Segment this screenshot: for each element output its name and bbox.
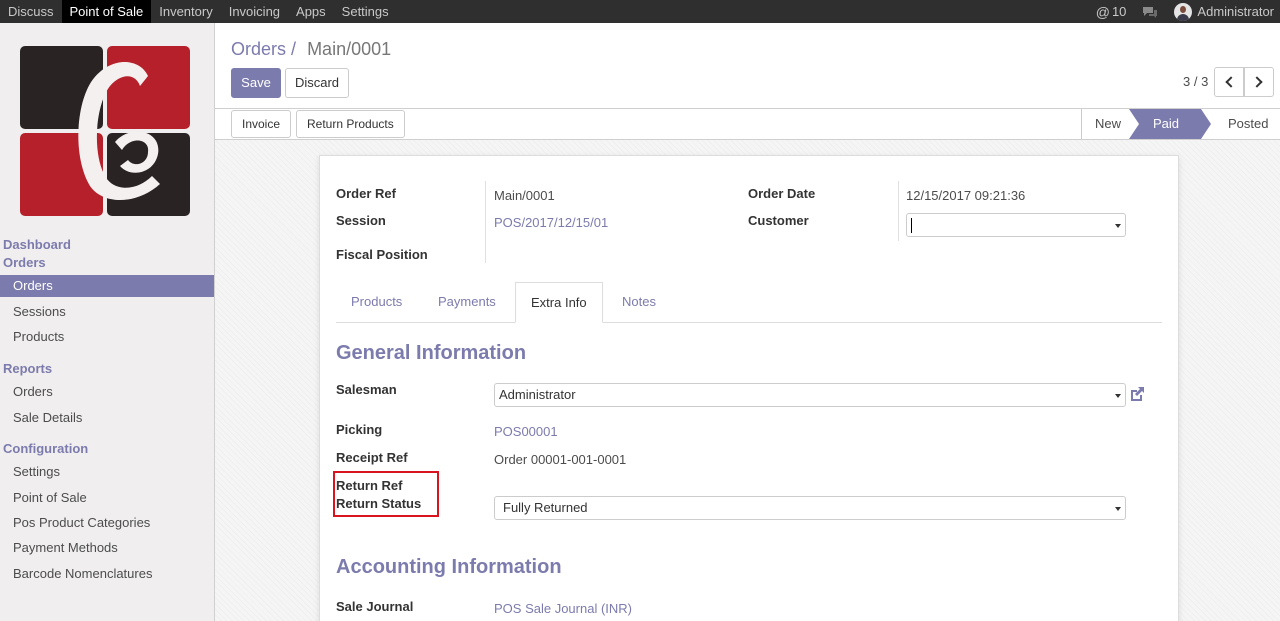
chevron-right-icon xyxy=(1251,76,1263,88)
control-panel: Orders / Main/0001 Save Discard 3 / 3 xyxy=(215,23,1280,109)
breadcrumb-orders[interactable]: Orders xyxy=(231,39,286,59)
order-ref-value: Main/0001 xyxy=(494,188,555,203)
pager-next-button[interactable] xyxy=(1244,67,1274,97)
accounting-information-title: Accounting Information xyxy=(336,556,562,578)
sidebar-item-products[interactable]: Products xyxy=(0,326,214,348)
receipt-ref-label: Receipt Ref xyxy=(336,450,408,465)
mentions-count: 10 xyxy=(1111,4,1127,19)
form-sheet: Order Ref Main/0001 Session POS/2017/12/… xyxy=(319,155,1179,621)
tab-payments[interactable]: Payments xyxy=(423,282,511,323)
chat-icon[interactable] xyxy=(1142,6,1158,18)
picking-link[interactable]: POS00001 xyxy=(494,424,558,439)
text-cursor xyxy=(911,218,912,233)
sidebar-item-report-orders[interactable]: Orders xyxy=(0,381,214,403)
receipt-ref-value: Order 00001-001-0001 xyxy=(494,452,627,467)
general-information-title: General Information xyxy=(336,342,527,364)
discard-button[interactable]: Discard xyxy=(285,68,349,98)
caret-down-icon xyxy=(1115,507,1121,511)
sidebar-item-sessions[interactable]: Sessions xyxy=(0,301,214,323)
tab-products[interactable]: Products xyxy=(336,282,417,323)
menu-invoicing[interactable]: Invoicing xyxy=(221,0,288,23)
sidebar-section-orders: Orders xyxy=(3,255,46,270)
breadcrumb-separator: / xyxy=(291,39,297,59)
company-logo xyxy=(20,46,190,216)
stage-posted[interactable]: Posted xyxy=(1201,109,1280,139)
menu-settings[interactable]: Settings xyxy=(334,0,397,23)
highlight-box xyxy=(333,471,439,517)
tab-notes[interactable]: Notes xyxy=(607,282,671,323)
top-navbar: Discuss Point of Sale Inventory Invoicin… xyxy=(0,0,1280,23)
tab-extra-info[interactable]: Extra Info xyxy=(515,282,603,323)
user-name[interactable]: Administrator xyxy=(1197,4,1274,19)
sidebar-item-payment-methods[interactable]: Payment Methods xyxy=(0,537,214,559)
chevron-left-icon xyxy=(1225,76,1237,88)
stage-paid[interactable]: Paid xyxy=(1129,109,1211,139)
pager-previous-button[interactable] xyxy=(1214,67,1244,97)
systray: @ 10 Administrator xyxy=(1096,0,1274,23)
sidebar-item-sale-details[interactable]: Sale Details xyxy=(0,407,214,429)
menu-inventory[interactable]: Inventory xyxy=(151,0,220,23)
user-avatar[interactable] xyxy=(1174,2,1193,21)
stage-new[interactable]: New xyxy=(1081,109,1129,139)
sale-journal-link[interactable]: POS Sale Journal (INR) xyxy=(494,601,632,616)
sidebar-item-pos-product-categories[interactable]: Pos Product Categories xyxy=(0,512,214,534)
form-view: Order Ref Main/0001 Session POS/2017/12/… xyxy=(215,140,1280,621)
breadcrumb: Orders / Main/0001 xyxy=(231,39,391,60)
menu-apps[interactable]: Apps xyxy=(288,0,334,23)
menu-point-of-sale[interactable]: Point of Sale xyxy=(61,0,152,23)
customer-select[interactable] xyxy=(906,213,1126,237)
salesman-label: Salesman xyxy=(336,382,397,397)
field-separator xyxy=(898,181,899,241)
sidebar-section-configuration: Configuration xyxy=(3,441,89,456)
return-products-button[interactable]: Return Products xyxy=(296,110,405,138)
external-link-icon[interactable] xyxy=(1128,385,1146,403)
fiscal-position-label: Fiscal Position xyxy=(336,247,428,262)
field-separator xyxy=(485,181,486,263)
session-label: Session xyxy=(336,213,386,228)
order-date-value: 12/15/2017 09:21:36 xyxy=(906,188,1026,203)
sidebar-item-orders[interactable]: Orders xyxy=(0,275,214,297)
sidebar-item-barcode-nomenclatures[interactable]: Barcode Nomenclatures xyxy=(0,563,214,585)
sidebar-item-settings[interactable]: Settings xyxy=(0,461,214,483)
app-menu: Discuss Point of Sale Inventory Invoicin… xyxy=(0,0,397,23)
caret-down-icon xyxy=(1115,224,1121,228)
sidebar: Dashboard Orders Orders Sessions Product… xyxy=(0,23,215,621)
mentions-button[interactable]: @ 10 xyxy=(1096,4,1127,20)
sidebar-item-point-of-sale[interactable]: Point of Sale xyxy=(0,487,214,509)
notebook-tabs: Products Payments Extra Info Notes xyxy=(336,282,1162,323)
salesman-select[interactable]: Administrator xyxy=(494,383,1126,407)
order-ref-label: Order Ref xyxy=(336,186,396,201)
status-stages: New Paid Posted xyxy=(1081,109,1280,139)
sale-journal-label: Sale Journal xyxy=(336,599,414,614)
pager-value[interactable]: 3 / 3 xyxy=(1183,74,1208,89)
save-button[interactable]: Save xyxy=(231,68,281,98)
breadcrumb-current: Main/0001 xyxy=(307,39,392,59)
order-date-label: Order Date xyxy=(748,186,816,201)
sidebar-section-reports: Reports xyxy=(3,361,53,376)
return-status-select[interactable]: Fully Returned xyxy=(494,496,1126,520)
sidebar-dashboard[interactable]: Dashboard xyxy=(3,237,71,252)
session-link[interactable]: POS/2017/12/15/01 xyxy=(494,215,608,230)
salesman-value: Administrator xyxy=(499,387,576,402)
invoice-button[interactable]: Invoice xyxy=(231,110,292,138)
menu-discuss[interactable]: Discuss xyxy=(0,0,62,23)
return-status-value: Fully Returned xyxy=(503,500,588,515)
picking-label: Picking xyxy=(336,422,383,437)
at-icon: @ xyxy=(1095,3,1110,20)
caret-down-icon xyxy=(1115,394,1121,398)
statusbar: Invoice Return Products New Paid Posted xyxy=(215,109,1280,140)
customer-label: Customer xyxy=(748,213,809,228)
